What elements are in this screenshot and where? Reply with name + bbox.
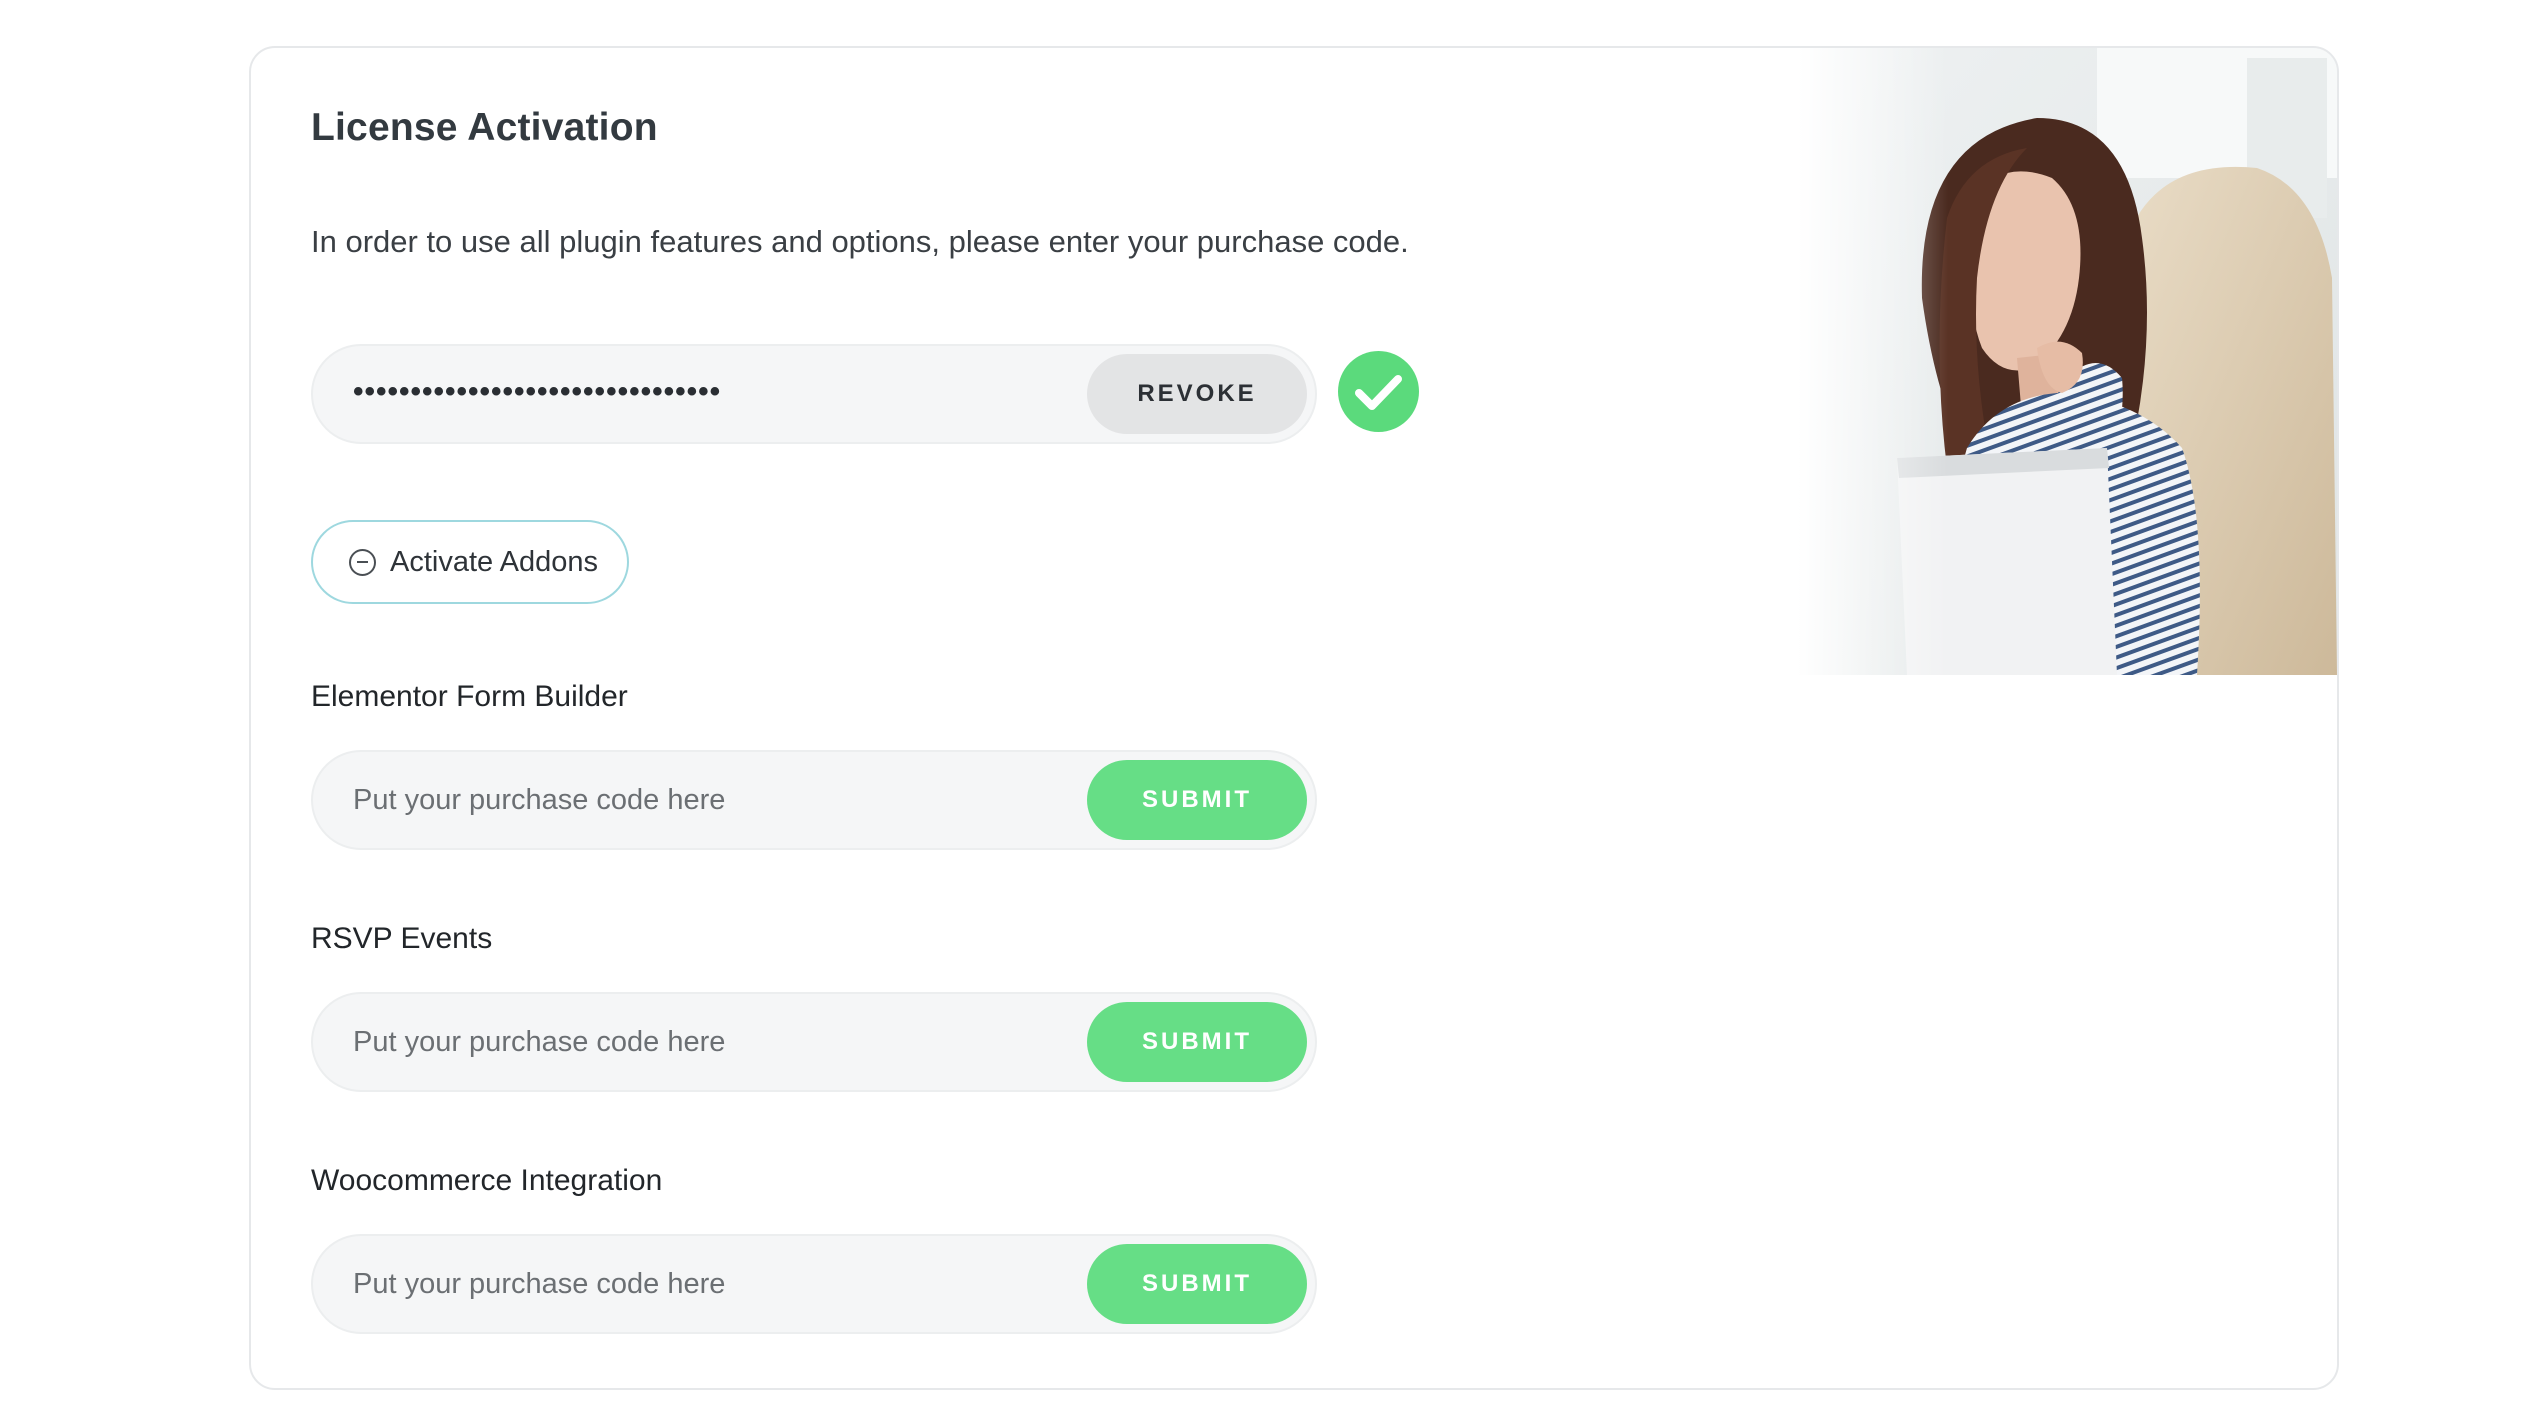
revoke-button[interactable]: REVOKE bbox=[1087, 354, 1307, 434]
license-activation-card: License Activation In order to use all p… bbox=[249, 46, 2339, 1390]
addon-label-woocommerce-integration: Woocommerce Integration bbox=[311, 1164, 663, 1197]
masked-purchase-code[interactable]: •••••••••••••••••••••••••••••••• bbox=[353, 346, 721, 442]
addon-row-woocommerce-integration: SUBMIT bbox=[311, 1234, 1317, 1334]
woman-at-laptop-image bbox=[1797, 48, 2337, 675]
addon-label-elementor-form-builder: Elementor Form Builder bbox=[311, 680, 628, 713]
minus-circle-icon bbox=[349, 548, 376, 576]
elementor-form-builder-code-input[interactable] bbox=[353, 752, 1053, 848]
rsvp-events-code-input[interactable] bbox=[353, 994, 1053, 1090]
activate-addons-button[interactable]: Activate Addons bbox=[311, 520, 629, 604]
check-circle-icon bbox=[1338, 351, 1419, 432]
woocommerce-integration-submit-button[interactable]: SUBMIT bbox=[1087, 1244, 1307, 1324]
license-code-field: •••••••••••••••••••••••••••••••• REVOKE bbox=[311, 344, 1317, 444]
rsvp-events-submit-button[interactable]: SUBMIT bbox=[1087, 1002, 1307, 1082]
intro-text: In order to use all plugin features and … bbox=[311, 224, 1409, 259]
addon-row-elementor-form-builder: SUBMIT bbox=[311, 750, 1317, 850]
addon-row-rsvp-events: SUBMIT bbox=[311, 992, 1317, 1092]
activate-addons-label: Activate Addons bbox=[390, 545, 598, 578]
woocommerce-integration-code-input[interactable] bbox=[353, 1236, 1053, 1332]
addon-label-rsvp-events: RSVP Events bbox=[311, 922, 493, 955]
elementor-form-builder-submit-button[interactable]: SUBMIT bbox=[1087, 760, 1307, 840]
page-title: License Activation bbox=[311, 106, 658, 149]
